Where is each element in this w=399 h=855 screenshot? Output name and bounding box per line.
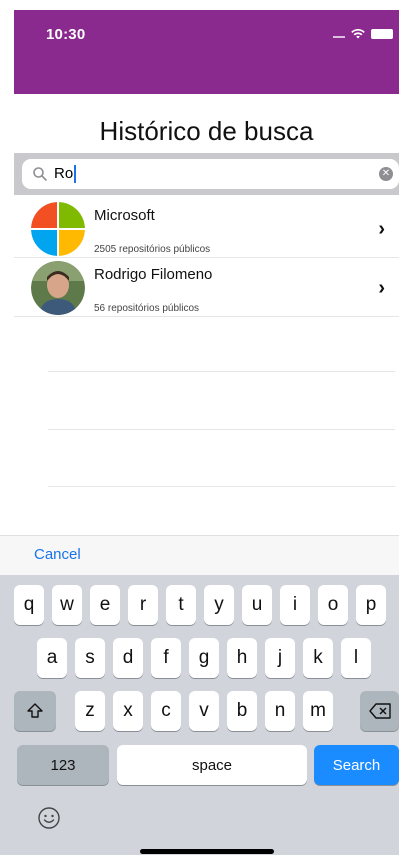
key-u[interactable]: u	[242, 585, 272, 625]
user-photo	[31, 261, 85, 315]
divider	[48, 486, 395, 487]
status-icons	[333, 29, 393, 39]
status-time: 10:30	[46, 26, 86, 43]
key-r[interactable]: r	[128, 585, 158, 625]
key-h[interactable]: h	[227, 638, 257, 678]
key-p[interactable]: p	[356, 585, 386, 625]
emoji-icon[interactable]	[38, 807, 60, 829]
text-caret	[74, 165, 77, 184]
results-list: Microsoft 2505 repositórios públicos › R…	[14, 199, 399, 317]
numbers-key[interactable]: 123	[17, 745, 109, 785]
divider	[48, 429, 395, 430]
keyboard-toolbar: Cancel	[0, 535, 399, 576]
key-s[interactable]: s	[75, 638, 105, 678]
key-o[interactable]: o	[318, 585, 348, 625]
clear-icon[interactable]: ✕	[379, 167, 393, 181]
result-name: Microsoft	[94, 207, 155, 224]
chevron-right-icon: ›	[378, 218, 385, 240]
status-bar: 10:30	[14, 10, 399, 94]
screen: 10:30 Histórico de busca Ro ✕ Microsoft …	[0, 0, 399, 855]
key-k[interactable]: k	[303, 638, 333, 678]
key-q[interactable]: q	[14, 585, 44, 625]
key-w[interactable]: w	[52, 585, 82, 625]
page-title: Histórico de busca	[99, 116, 314, 146]
divider	[48, 371, 395, 372]
key-x[interactable]: x	[113, 691, 143, 731]
search-input-value: Ro	[54, 165, 74, 182]
search-input[interactable]: Ro	[54, 164, 77, 184]
key-d[interactable]: d	[113, 638, 143, 678]
key-e[interactable]: e	[90, 585, 120, 625]
key-j[interactable]: j	[265, 638, 295, 678]
search-key[interactable]: Search	[314, 745, 399, 785]
key-t[interactable]: t	[166, 585, 196, 625]
backspace-key[interactable]	[360, 691, 399, 731]
battery-icon	[371, 29, 393, 39]
key-c[interactable]: c	[151, 691, 181, 731]
shift-key[interactable]	[14, 691, 56, 731]
key-v[interactable]: v	[189, 691, 219, 731]
search-icon	[33, 167, 47, 181]
key-y[interactable]: y	[204, 585, 234, 625]
home-indicator	[140, 849, 274, 854]
result-name: Rodrigo Filomeno	[94, 266, 213, 283]
signal-icon	[333, 30, 345, 38]
key-b[interactable]: b	[227, 691, 257, 731]
space-key[interactable]: space	[117, 745, 307, 785]
list-item[interactable]: Microsoft 2505 repositórios públicos ›	[14, 199, 399, 258]
key-f[interactable]: f	[151, 638, 181, 678]
shift-icon	[27, 703, 43, 718]
list-item[interactable]: Rodrigo Filomeno 56 repositórios público…	[14, 258, 399, 317]
key-g[interactable]: g	[189, 638, 219, 678]
wifi-icon	[351, 29, 365, 39]
result-subtitle: 2505 repositórios públicos	[94, 244, 211, 255]
backspace-icon	[368, 703, 391, 719]
key-z[interactable]: z	[75, 691, 105, 731]
keyboard: q w e r t y u i o p a s d f g h j k l z …	[0, 575, 399, 855]
chevron-right-icon: ›	[378, 277, 385, 299]
search-field[interactable]: Ro ✕	[22, 159, 399, 189]
key-a[interactable]: a	[37, 638, 67, 678]
microsoft-logo	[31, 202, 85, 256]
search-bar: Ro ✕	[14, 153, 399, 195]
result-subtitle: 56 repositórios públicos	[94, 303, 200, 314]
cancel-button[interactable]: Cancel	[34, 546, 81, 563]
key-l[interactable]: l	[341, 638, 371, 678]
key-m[interactable]: m	[303, 691, 333, 731]
key-i[interactable]: i	[280, 585, 310, 625]
key-n[interactable]: n	[265, 691, 295, 731]
